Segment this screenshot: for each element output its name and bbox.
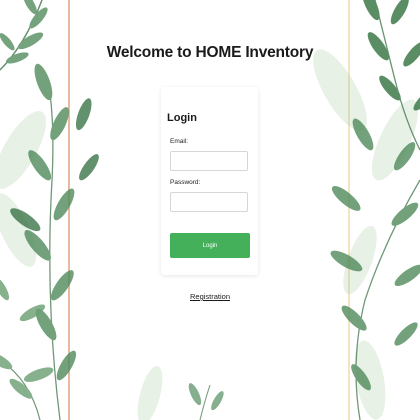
password-field[interactable] — [170, 192, 248, 212]
login-button[interactable]: Login — [170, 233, 250, 258]
email-field[interactable] — [170, 151, 248, 171]
login-card: Login Email: Password: Login — [161, 87, 258, 275]
login-heading: Login — [167, 112, 197, 124]
registration-link[interactable]: Registration — [190, 292, 230, 301]
registration-container: Registration — [0, 286, 420, 304]
page-title: Welcome to HOME Inventory — [106, 44, 314, 61]
password-label: Password: — [170, 179, 201, 186]
email-label: Email: — [170, 138, 189, 145]
